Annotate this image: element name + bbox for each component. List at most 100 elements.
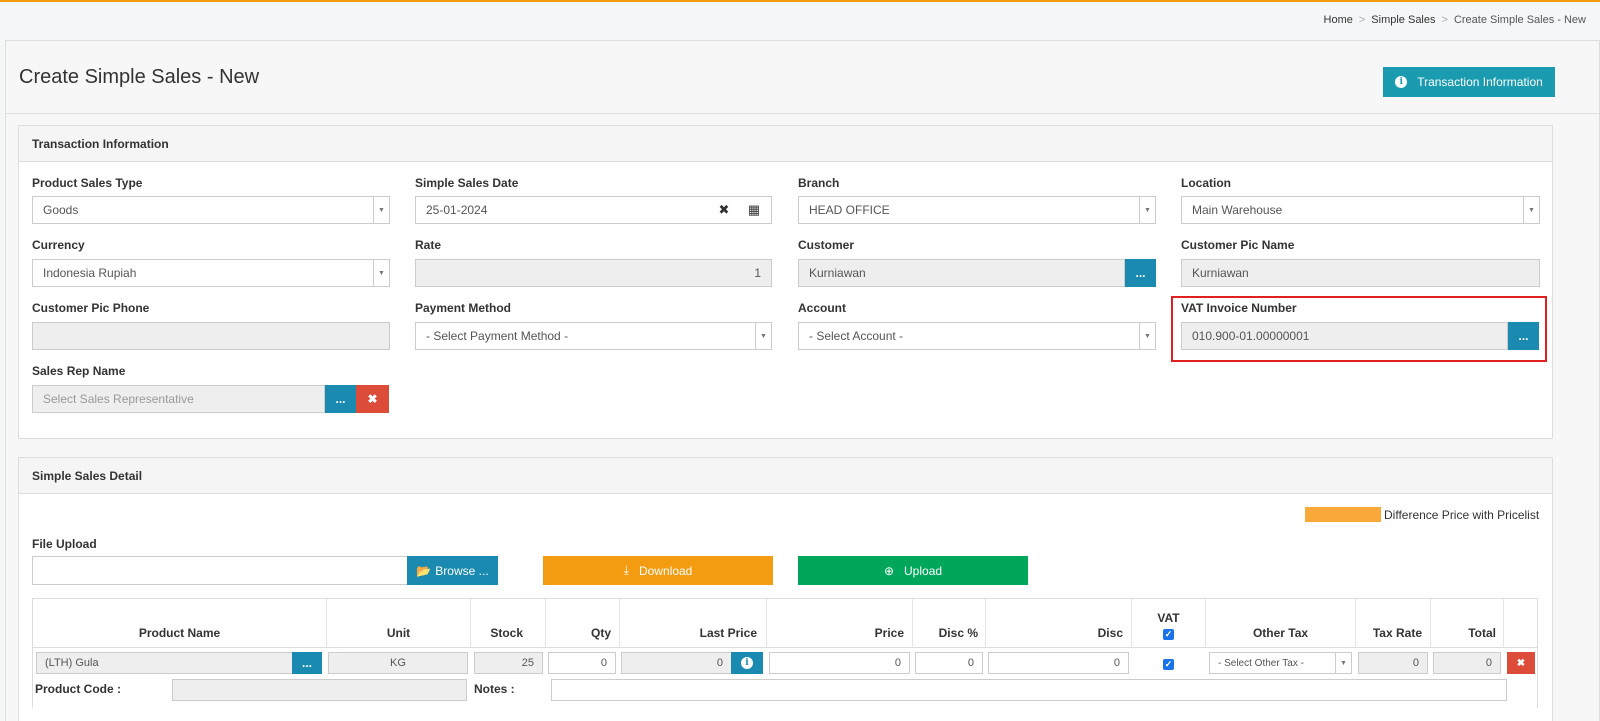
- row-tax-rate: 0: [1358, 652, 1428, 674]
- rate-value: 1: [754, 266, 761, 280]
- row-disc-percent-input[interactable]: 0: [915, 652, 983, 674]
- row-price-value: 0: [894, 657, 901, 669]
- row-disc-value: 0: [1113, 657, 1120, 669]
- row-qty-input[interactable]: 0: [548, 652, 616, 674]
- col-vat-label: VAT: [1157, 611, 1180, 625]
- row-last-price-value: 0: [716, 657, 723, 669]
- row-tax-rate-value: 0: [1412, 657, 1419, 669]
- product-code-label: Product Code :: [35, 682, 121, 696]
- sales-rep-name-label: Sales Rep Name: [32, 364, 126, 378]
- customer-pic-name-field: Kurniawan: [1181, 259, 1540, 287]
- location-select[interactable]: Main Warehouse ▼: [1181, 196, 1540, 224]
- upload-button[interactable]: ⊕ Upload: [798, 556, 1028, 585]
- close-icon: ✖: [367, 392, 378, 406]
- customer-value: Kurniawan: [809, 266, 866, 280]
- legend-swatch: [1305, 507, 1381, 522]
- upload-label: Upload: [904, 563, 943, 578]
- payment-method-label: Payment Method: [415, 301, 512, 315]
- branch-select[interactable]: HEAD OFFICE ▼: [798, 196, 1156, 224]
- chevron-down-icon: ▼: [373, 260, 389, 286]
- row-disc-input[interactable]: 0: [988, 652, 1129, 674]
- chevron-down-icon: ▼: [1139, 197, 1155, 223]
- breadcrumb-current: Create Simple Sales - New: [1453, 14, 1586, 26]
- row-price-input[interactable]: 0: [769, 652, 910, 674]
- simple-sales-date-input[interactable]: 25-01-2024 ✖ ▦: [415, 196, 772, 224]
- clear-date-icon[interactable]: ✖: [709, 197, 739, 223]
- customer-pic-name-label: Customer Pic Name: [1181, 238, 1295, 252]
- row-unit: KG: [328, 652, 468, 674]
- row-unit-value: KG: [390, 657, 406, 669]
- rate-label: Rate: [415, 238, 442, 252]
- row-other-tax-value: - Select Other Tax -: [1218, 657, 1304, 669]
- chevron-down-icon: ▼: [373, 197, 389, 223]
- customer-pic-phone-field: [32, 322, 390, 350]
- browse-label: Browse ...: [435, 563, 489, 578]
- vat-all-checkbox[interactable]: ✓: [1163, 629, 1174, 640]
- folder-open-icon: 📂: [416, 563, 432, 578]
- branch-label: Branch: [798, 176, 840, 190]
- col-disc-percent: Disc %: [913, 599, 986, 647]
- sales-rep-placeholder: Select Sales Representative: [43, 392, 194, 406]
- account-value: - Select Account -: [809, 329, 904, 343]
- col-vat: VAT ✓: [1132, 599, 1206, 647]
- row-total-value: 0: [1485, 657, 1492, 669]
- breadcrumb: Home > Simple Sales > Create Simple Sales - …: [1323, 14, 1586, 26]
- row-total: 0: [1433, 652, 1501, 674]
- download-button[interactable]: ⤓ Download: [543, 556, 773, 585]
- row-vat-checkbox[interactable]: ✓: [1163, 659, 1174, 670]
- col-disc: Disc: [986, 599, 1132, 647]
- browse-button[interactable]: 📂 Browse ...: [407, 556, 498, 585]
- col-price: Price: [767, 599, 913, 647]
- sales-rep-name-field: Select Sales Representative: [32, 385, 325, 413]
- payment-method-select[interactable]: - Select Payment Method - ▼: [415, 322, 772, 350]
- col-total: Total: [1431, 599, 1504, 647]
- sales-rep-lookup-button[interactable]: ...: [325, 385, 356, 413]
- close-icon: ✖: [1516, 657, 1526, 669]
- row-qty-value: 0: [600, 657, 607, 669]
- customer-label: Customer: [798, 238, 855, 252]
- row-stock-value: 25: [521, 657, 534, 669]
- account-select[interactable]: - Select Account - ▼: [798, 322, 1156, 350]
- account-label: Account: [798, 301, 846, 315]
- row-other-tax-select[interactable]: - Select Other Tax - ▼: [1209, 652, 1352, 674]
- calendar-icon[interactable]: ▦: [739, 197, 769, 223]
- detail-panel-title: Simple Sales Detail: [19, 458, 1552, 494]
- branch-value: HEAD OFFICE: [809, 203, 890, 217]
- row-product-name: (LTH) Gula: [36, 652, 293, 674]
- customer-lookup-button[interactable]: ...: [1125, 259, 1156, 287]
- currency-label: Currency: [32, 238, 85, 252]
- col-stock: Stock: [471, 599, 546, 647]
- location-label: Location: [1181, 176, 1231, 190]
- product-lookup-button[interactable]: ...: [292, 652, 322, 674]
- transaction-information-label: Transaction Information: [1417, 75, 1543, 89]
- col-unit: Unit: [327, 599, 471, 647]
- row-stock: 25: [474, 652, 543, 674]
- notes-input[interactable]: [551, 679, 1507, 701]
- sales-rep-clear-button[interactable]: ✖: [356, 385, 389, 413]
- remove-row-button[interactable]: ✖: [1507, 652, 1535, 674]
- breadcrumb-simple-sales[interactable]: Simple Sales: [1371, 14, 1435, 26]
- col-other-tax: Other Tax: [1206, 599, 1356, 647]
- customer-pic-phone-label: Customer Pic Phone: [32, 301, 150, 315]
- rate-field: 1: [415, 259, 772, 287]
- col-tax-rate: Tax Rate: [1356, 599, 1431, 647]
- breadcrumb-home[interactable]: Home: [1324, 14, 1353, 26]
- product-sales-type-value: Goods: [43, 203, 79, 217]
- row-last-price: 0: [621, 652, 732, 674]
- chevron-down-icon: ▼: [1335, 653, 1351, 673]
- product-sales-type-select[interactable]: Goods ▼: [32, 196, 390, 224]
- page-title: Create Simple Sales - New: [19, 66, 260, 88]
- file-upload-input[interactable]: [32, 556, 408, 585]
- location-value: Main Warehouse: [1192, 203, 1283, 217]
- transaction-information-button[interactable]: i Transaction Information: [1383, 67, 1555, 97]
- upload-icon: ⊕: [883, 563, 895, 578]
- simple-sales-date-label: Simple Sales Date: [415, 176, 519, 190]
- table-header-divider: [32, 647, 1538, 648]
- last-price-info-button[interactable]: i: [731, 652, 763, 674]
- download-label: Download: [638, 563, 693, 578]
- currency-select[interactable]: Indonesia Rupiah ▼: [32, 259, 390, 287]
- simple-sales-date-value: 25-01-2024: [426, 203, 488, 217]
- legend-text: Difference Price with Pricelist: [1384, 508, 1540, 522]
- title-divider: [6, 113, 1599, 114]
- info-icon: i: [1395, 76, 1408, 88]
